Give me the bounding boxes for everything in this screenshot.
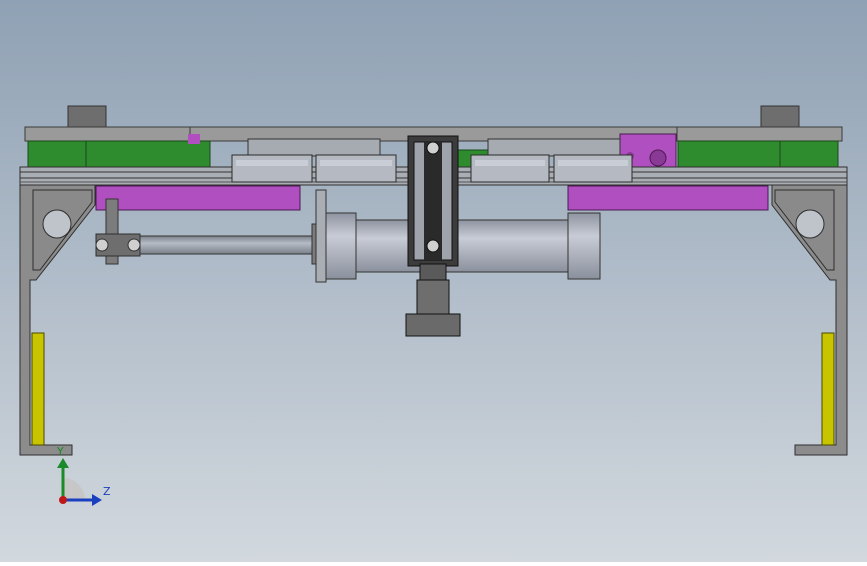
triad-y-label: Y xyxy=(57,445,64,458)
cad-viewport[interactable] xyxy=(0,0,867,562)
triad-z-label: Z xyxy=(103,485,111,498)
cad-canvas[interactable] xyxy=(0,0,867,562)
